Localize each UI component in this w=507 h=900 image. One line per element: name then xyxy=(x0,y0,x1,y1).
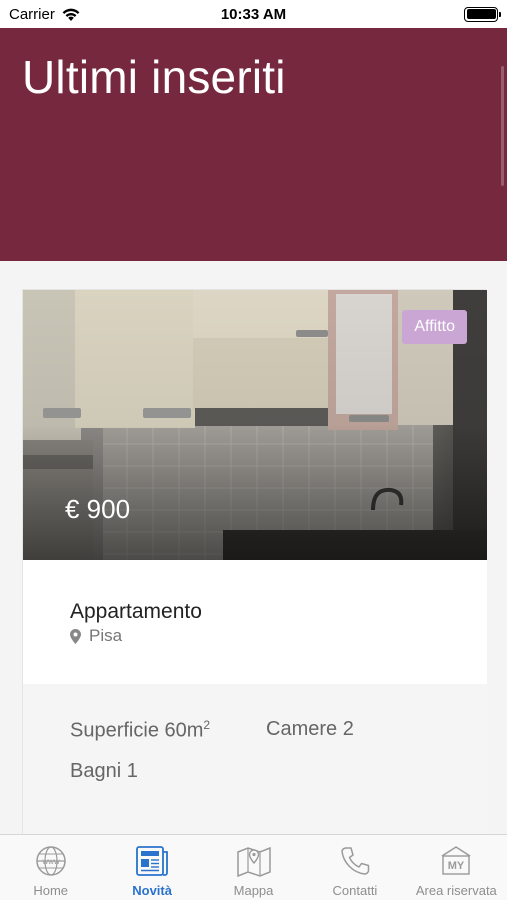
surface-detail: Superficie 60m2 xyxy=(70,718,210,743)
tab-mappa-label: Mappa xyxy=(233,883,274,898)
status-bar: Carrier 10:33 AM xyxy=(0,0,507,28)
newspaper-icon xyxy=(136,846,169,876)
status-left: Carrier xyxy=(9,6,81,23)
my-area-icon: MY xyxy=(441,846,471,875)
carrier-label: Carrier xyxy=(9,5,55,23)
svg-text:www: www xyxy=(41,857,60,866)
location-pin-icon xyxy=(70,628,81,644)
tab-home-label: Home xyxy=(33,883,69,898)
location-label: Pisa xyxy=(89,626,123,645)
svg-text:MY: MY xyxy=(448,860,465,872)
listing-details: Superficie 60m2 Camere 2 Bagni 1 xyxy=(23,684,487,834)
page-header: Ultimi inseriti xyxy=(0,28,507,261)
property-type: Appartamento xyxy=(70,600,202,623)
battery-icon xyxy=(464,6,501,22)
tab-area-riservata[interactable]: MY Area riservata xyxy=(406,835,507,900)
tab-bar: www Home Novità Mappa Contatti MY Area r… xyxy=(0,834,507,900)
wifi-icon xyxy=(62,8,80,21)
globe-icon: www xyxy=(35,846,66,876)
listing-price: € 900 xyxy=(65,494,131,524)
map-icon xyxy=(236,846,271,878)
phone-icon xyxy=(341,847,370,875)
listing-scroll-area[interactable]: Affitto € 900 Appartamento Pisa Superfic… xyxy=(0,261,507,834)
bathrooms-detail: Bagni 1 xyxy=(70,760,138,782)
scroll-indicator xyxy=(501,66,504,186)
listing-location: Pisa xyxy=(70,626,122,646)
tab-novita[interactable]: Novità xyxy=(101,835,202,900)
listing-info: Appartamento Pisa xyxy=(23,560,487,684)
tab-home[interactable]: www Home xyxy=(0,835,101,900)
surface-label: Superficie 60m xyxy=(70,719,204,742)
listing-type-badge: Affitto xyxy=(402,310,467,344)
tab-area-riservata-label: Area riservata xyxy=(415,883,497,898)
listing-photo[interactable]: Affitto € 900 xyxy=(23,290,487,560)
tab-contatti[interactable]: Contatti xyxy=(304,835,405,900)
tab-mappa[interactable]: Mappa xyxy=(203,835,304,900)
page-title: Ultimi inseriti xyxy=(22,51,286,103)
listing-card[interactable]: Affitto € 900 Appartamento Pisa Superfic… xyxy=(22,289,487,834)
rooms-detail: Camere 2 xyxy=(266,718,354,740)
tab-novita-label: Novità xyxy=(132,883,172,898)
tab-contatti-label: Contatti xyxy=(332,883,378,898)
surface-unit-sup: 2 xyxy=(203,718,211,732)
